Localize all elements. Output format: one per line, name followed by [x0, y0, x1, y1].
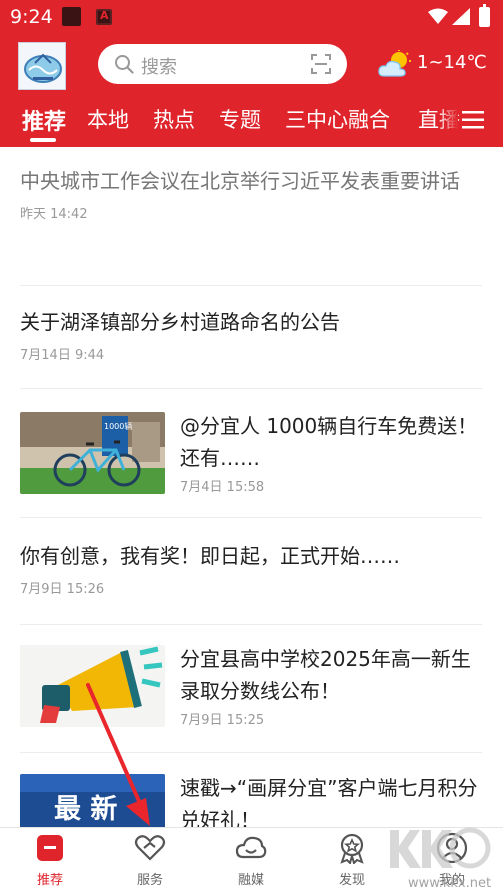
- news-title: 速戳→“画屏分宜”客户端七月积分兑好礼！: [180, 776, 478, 827]
- divider: [20, 388, 482, 389]
- channel-tabs: 推荐 本地 热点 专题 三中心融合 直播: [0, 96, 503, 147]
- nav-label: 推荐: [36, 873, 63, 888]
- search-icon: [115, 55, 134, 74]
- user-circle-icon: [436, 832, 468, 864]
- tab-topics[interactable]: 专题: [219, 104, 261, 134]
- news-title: 你有创意，我有奖！即日起，正式开始……: [20, 544, 400, 568]
- divider: [20, 624, 482, 625]
- scan-icon[interactable]: [311, 54, 331, 74]
- news-time: 7月4日 15:58: [180, 480, 265, 495]
- status-time: 9:24: [10, 6, 53, 28]
- news-thumbnail-megaphone: [20, 645, 165, 727]
- nav-media[interactable]: 融媒: [201, 828, 301, 894]
- signal-icon: [452, 8, 470, 25]
- news-item-4[interactable]: 你有创意，我有奖！即日起，正式开始…… 7月9日 15:26: [20, 540, 482, 597]
- news-thumbnail-latest: 最 新: [20, 774, 165, 827]
- bicycle-image: 1000辆: [20, 412, 165, 494]
- news-time: 7月9日 15:25: [180, 713, 265, 728]
- home-recommend-icon: [37, 835, 63, 861]
- nav-label: 融媒: [237, 873, 264, 888]
- menu-icon[interactable]: [462, 110, 484, 130]
- news-item-2[interactable]: 关于湖泽镇部分乡村道路命名的公告 7月14日 9:44: [20, 306, 482, 363]
- active-tab-indicator: [30, 138, 56, 142]
- news-item-5[interactable]: 分宜县高中学校2025年高一新生录取分数线公布！ 7月9日 15:25: [20, 645, 482, 730]
- latest-banner-image: 最 新: [20, 774, 165, 827]
- news-title: 中央城市工作会议在北京举行习近平发表重要讲话: [20, 169, 460, 193]
- status-bar: 9:24: [0, 0, 503, 34]
- cloud-smile-icon: [235, 836, 267, 859]
- news-item-3[interactable]: 1000辆 @分宜人 1000辆自行车免费送！还有…… 7月4日 15:58: [20, 412, 482, 497]
- thumb-banner-text: 最 新: [54, 793, 117, 825]
- top-bar: 搜索 1~14℃: [0, 34, 503, 96]
- logo-emblem-icon: [19, 43, 65, 89]
- news-thumbnail-bicycle: 1000辆: [20, 412, 165, 494]
- notification-a-icon: [96, 9, 112, 25]
- nav-label: 服务: [136, 873, 163, 888]
- nav-recommend[interactable]: 推荐: [0, 828, 100, 894]
- wifi-icon: [428, 8, 448, 24]
- search-placeholder: 搜索: [141, 57, 177, 78]
- app-header: 9:24 搜索: [0, 0, 503, 147]
- tab-hot[interactable]: 热点: [153, 104, 195, 134]
- megaphone-image: [20, 645, 165, 727]
- tab-local[interactable]: 本地: [87, 104, 129, 134]
- search-input[interactable]: 搜索: [98, 44, 347, 84]
- battery-icon: [479, 4, 490, 27]
- nav-service[interactable]: 服务: [100, 828, 200, 894]
- news-feed[interactable]: 中央城市工作会议在北京举行习近平发表重要讲话 昨天 14:42 关于湖泽镇部分乡…: [0, 147, 503, 827]
- weather-temperature: 1~14℃: [417, 52, 487, 73]
- divider: [20, 517, 482, 518]
- divider: [20, 285, 482, 286]
- nav-discover[interactable]: 发现: [302, 828, 402, 894]
- news-title: 关于湖泽镇部分乡村道路命名的公告: [20, 310, 340, 334]
- news-time: 7月14日 9:44: [20, 348, 105, 363]
- badge-award-icon: [340, 833, 364, 864]
- news-title: 分宜县高中学校2025年高一新生录取分数线公布！: [180, 647, 471, 703]
- news-title: @分宜人 1000辆自行车免费送！还有……: [180, 414, 478, 470]
- tab-recommend[interactable]: 推荐: [22, 104, 66, 136]
- partly-cloudy-icon: [378, 50, 411, 77]
- news-item-1[interactable]: 中央城市工作会议在北京举行习近平发表重要讲话 昨天 14:42: [20, 165, 482, 222]
- nav-profile[interactable]: 我的: [402, 828, 502, 894]
- news-time: 昨天 14:42: [20, 207, 88, 222]
- bottom-navigation: 推荐 服务 融媒 发现 我的: [0, 827, 503, 894]
- notification-app-icon: [62, 7, 81, 26]
- tab-overflow-fade: [438, 96, 458, 147]
- divider: [20, 752, 482, 753]
- tab-three-centers[interactable]: 三中心融合: [285, 104, 390, 134]
- nav-label: 发现: [338, 873, 365, 888]
- news-item-6[interactable]: 最 新 速戳→“画屏分宜”客户端七月积分兑好礼！: [20, 774, 482, 827]
- thumb-badge-text: 1000辆: [104, 421, 132, 431]
- news-time: 7月9日 15:26: [20, 582, 105, 597]
- app-logo[interactable]: [18, 42, 66, 90]
- handshake-heart-icon: [134, 835, 166, 861]
- nav-label: 我的: [438, 873, 465, 888]
